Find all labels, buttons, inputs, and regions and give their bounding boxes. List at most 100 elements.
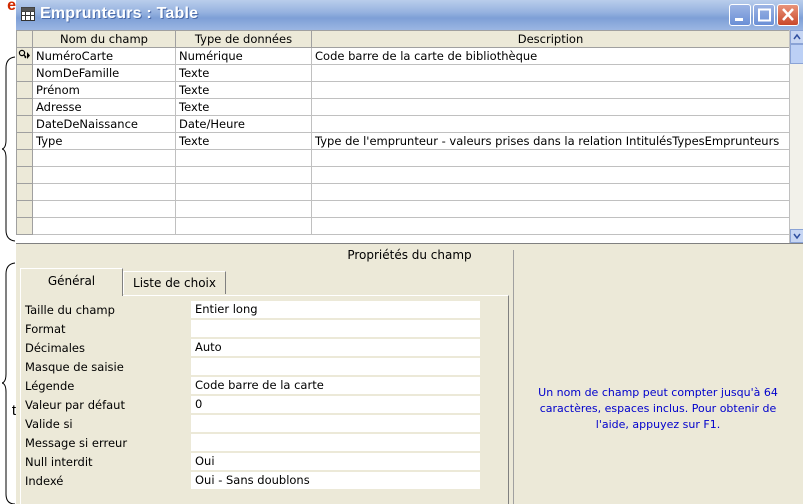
description-cell[interactable] <box>311 166 790 184</box>
property-value-field[interactable]: Code barre de la carte <box>191 377 480 394</box>
field-properties-panel: Général Liste de choix Taille du champ En… <box>20 268 509 504</box>
property-value-field[interactable]: Auto <box>191 339 480 356</box>
description-cell[interactable] <box>311 200 790 218</box>
field-name-cell[interactable] <box>32 166 176 184</box>
property-value-field[interactable] <box>191 320 480 337</box>
scroll-thumb[interactable] <box>790 44 803 64</box>
row-selector[interactable] <box>16 132 33 150</box>
field-name-cell[interactable]: Type <box>32 132 176 150</box>
close-button[interactable] <box>777 4 799 26</box>
help-panel: Un nom de champ peut compter jusqu'à 64 … <box>513 250 803 504</box>
field-name-cell[interactable]: Adresse <box>32 98 176 116</box>
description-cell[interactable] <box>311 183 790 201</box>
property-value-field[interactable]: Oui - Sans doublons <box>191 472 480 489</box>
data-type-cell[interactable]: Texte <box>175 98 312 116</box>
description-cell[interactable] <box>311 115 790 133</box>
field-name-cell[interactable]: NuméroCarte <box>32 47 176 65</box>
column-header-description[interactable]: Description <box>311 30 790 48</box>
table-row[interactable]: Type Texte Type de l'emprunteur - valeurs … <box>16 132 790 150</box>
table-row[interactable]: Adresse Texte <box>16 98 790 116</box>
description-cell[interactable] <box>311 149 790 167</box>
data-type-cell[interactable] <box>175 149 312 167</box>
scroll-down-button[interactable] <box>790 229 803 243</box>
table-row[interactable]: NuméroCarte Numérique Code barre de la car… <box>16 47 790 65</box>
table-row[interactable] <box>16 217 790 235</box>
property-label: Valeur par défaut <box>25 398 125 412</box>
property-label: Message si erreur <box>25 436 128 450</box>
description-cell[interactable] <box>311 98 790 116</box>
property-value-field[interactable] <box>191 415 480 432</box>
field-name-cell[interactable]: DateDeNaissance <box>32 115 176 133</box>
row-selector-header <box>16 30 33 48</box>
data-type-cell[interactable]: Texte <box>175 81 312 99</box>
annotation-marker-t: t <box>11 402 16 419</box>
maximize-button[interactable] <box>753 4 775 26</box>
data-type-cell[interactable] <box>175 217 312 235</box>
data-type-cell[interactable] <box>175 200 312 218</box>
table-row[interactable] <box>16 149 790 167</box>
data-type-cell[interactable] <box>175 183 312 201</box>
column-header-data-type[interactable]: Type de données <box>175 30 312 48</box>
property-label: Décimales <box>25 341 85 355</box>
table-row[interactable]: DateDeNaissance Date/Heure <box>16 115 790 133</box>
column-header-field-name[interactable]: Nom du champ <box>32 30 176 48</box>
row-selector[interactable] <box>16 64 33 82</box>
property-value-field[interactable]: Entier long <box>191 301 480 318</box>
table-row[interactable]: Prénom Texte <box>16 81 790 99</box>
data-type-cell[interactable]: Texte <box>175 132 312 150</box>
table-row[interactable] <box>16 200 790 218</box>
vertical-scrollbar[interactable] <box>789 30 803 243</box>
table-row[interactable] <box>16 166 790 184</box>
annotation-marker-e: e <box>7 0 16 14</box>
field-name-cell[interactable] <box>32 183 176 201</box>
description-cell[interactable] <box>311 217 790 235</box>
field-name-cell[interactable]: Prénom <box>32 81 176 99</box>
tab-lookup[interactable]: Liste de choix <box>123 271 226 294</box>
data-type-cell[interactable] <box>175 166 312 184</box>
row-selector[interactable] <box>16 81 33 99</box>
row-selector[interactable] <box>16 166 33 184</box>
field-name-cell[interactable] <box>32 200 176 218</box>
tab-general[interactable]: Général <box>20 268 123 296</box>
field-name-cell[interactable] <box>32 217 176 235</box>
description-cell[interactable]: Type de l'emprunteur - valeurs prises da… <box>311 132 790 150</box>
property-row: Message si erreur <box>25 434 485 452</box>
scroll-up-button[interactable] <box>790 30 803 44</box>
minimize-button[interactable] <box>729 4 751 26</box>
field-name-cell[interactable] <box>32 149 176 167</box>
row-selector[interactable] <box>16 200 33 218</box>
description-cell[interactable]: Code barre de la carte de bibliothèque <box>311 47 790 65</box>
property-row: Taille du champ Entier long <box>25 301 485 319</box>
general-tab-body: Taille du champ Entier long Format Décimale… <box>20 295 509 504</box>
row-selector[interactable] <box>16 217 33 235</box>
description-cell[interactable] <box>311 81 790 99</box>
field-design-grid: Nom du champ Type de données Description… <box>16 30 803 244</box>
help-text: Un nom de champ peut compter jusqu'à 64 … <box>538 386 778 431</box>
data-type-cell[interactable]: Numérique <box>175 47 312 65</box>
window-title: Emprunteurs : Table <box>40 5 199 22</box>
data-type-cell[interactable]: Texte <box>175 64 312 82</box>
fields-table: Nom du champ Type de données Description… <box>16 30 790 235</box>
property-label: Masque de saisie <box>25 360 124 374</box>
property-row: Indexé Oui - Sans doublons <box>25 472 485 490</box>
table-row[interactable] <box>16 183 790 201</box>
property-value-field[interactable] <box>191 434 480 451</box>
table-row[interactable]: NomDeFamille Texte <box>16 64 790 82</box>
property-value-field[interactable]: 0 <box>191 396 480 413</box>
description-cell[interactable] <box>311 64 790 82</box>
property-value-field[interactable]: Oui <box>191 453 480 470</box>
row-selector[interactable] <box>16 47 33 65</box>
annotation-brace-top <box>2 56 16 242</box>
title-bar[interactable]: Emprunteurs : Table <box>16 0 803 31</box>
property-value-field[interactable] <box>191 358 480 375</box>
property-row: Valide si <box>25 415 485 433</box>
field-name-cell[interactable]: NomDeFamille <box>32 64 176 82</box>
row-selector[interactable] <box>16 149 33 167</box>
annotation-brace-bottom <box>2 262 16 504</box>
row-selector[interactable] <box>16 183 33 201</box>
row-selector[interactable] <box>16 115 33 133</box>
table-icon <box>21 7 35 21</box>
row-selector[interactable] <box>16 98 33 116</box>
data-type-cell[interactable]: Date/Heure <box>175 115 312 133</box>
property-row: Décimales Auto <box>25 339 485 357</box>
